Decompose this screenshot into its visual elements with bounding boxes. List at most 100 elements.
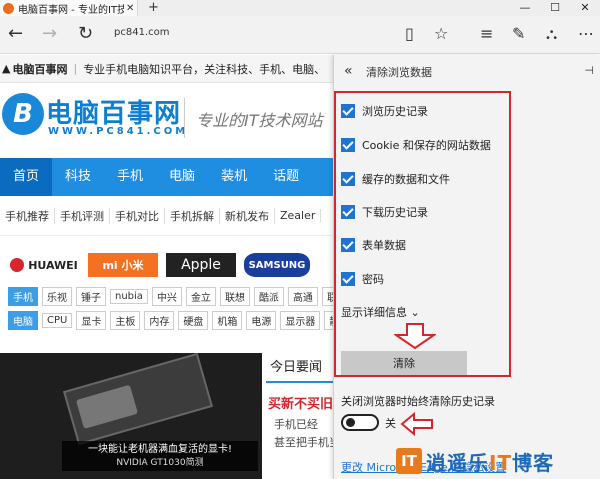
site-favicon-icon [3, 2, 14, 14]
web-page: ▲ 电脑百事网 | 专业手机电脑知识平台，关注科技、手机、电脑、 B 电脑百事网… [0, 55, 333, 479]
forward-button[interactable]: → [42, 24, 57, 44]
share-icon[interactable]: ⛬ [546, 25, 557, 43]
header-divider [184, 98, 185, 138]
web-note-icon[interactable]: ✎ [512, 25, 525, 43]
brand-apple[interactable]: Apple [166, 253, 236, 277]
pc-tag-row: 电脑 CPU 显卡 主板 内存 硬盘 机箱 电源 显示器 散 [0, 308, 333, 332]
feature-caption[interactable]: 一块能让老机器满血复活的显卡! NVIDIA GT1030简测 [62, 441, 258, 471]
tag[interactable]: CPU [42, 312, 73, 328]
main-nav-item-tech[interactable]: 科技 [52, 158, 104, 196]
feature-caption-title: 一块能让老机器满血复活的显卡! [87, 444, 232, 455]
maximize-button[interactable]: ☐ [540, 0, 570, 16]
feature-image[interactable]: 一块能让老机器满血复活的显卡! NVIDIA GT1030简测 [0, 353, 262, 479]
brand-huawei-label: HUAWEI [28, 258, 78, 272]
checkbox-checked-icon[interactable] [341, 205, 355, 219]
hub-icon[interactable]: ≡ [480, 25, 493, 43]
checkbox-checked-icon[interactable] [341, 104, 355, 118]
pin-icon[interactable]: ⊣ [584, 64, 594, 77]
option-form-data[interactable]: 表单数据 [341, 237, 406, 253]
tag-category[interactable]: 电脑 [8, 310, 38, 330]
checkbox-checked-icon[interactable] [341, 138, 355, 152]
tag[interactable]: 金立 [185, 286, 216, 306]
minimize-button[interactable]: — [510, 0, 540, 16]
browser-tab[interactable]: 电脑百事网 - 专业的IT技 ✕ [0, 0, 138, 16]
more-icon[interactable]: ⋯ [578, 25, 594, 43]
tag[interactable]: 内存 [144, 310, 175, 330]
tag[interactable]: 电源 [246, 310, 277, 330]
annotation-arrow-down-icon [394, 323, 436, 349]
tag[interactable]: 锤子 [76, 286, 106, 306]
tag-category[interactable]: 手机 [8, 286, 38, 306]
option-cookies[interactable]: Cookie 和保存的网站数据 [341, 137, 491, 153]
sub-nav-item[interactable]: Zealer [275, 209, 322, 222]
watermark-badge-icon: IT [396, 448, 422, 474]
tag[interactable]: nubia [110, 288, 148, 304]
tab-close-icon[interactable]: ✕ [126, 3, 134, 14]
today-summary-line: 甚至把手机当 [274, 436, 333, 449]
brand-huawei[interactable]: HUAWEI [8, 253, 80, 277]
show-details-link[interactable]: 显示详细信息 ⌄ [341, 304, 420, 320]
panel-back-icon[interactable]: « [344, 63, 353, 79]
new-tab-button[interactable]: + [148, 0, 159, 16]
refresh-button[interactable]: ↻ [78, 24, 93, 44]
sub-nav-item[interactable]: 手机评测 [55, 207, 110, 224]
checkbox-checked-icon[interactable] [341, 172, 355, 186]
watermark-text-accent: IT [489, 450, 513, 475]
huawei-flower-icon [10, 258, 25, 272]
panel-title: 清除浏览数据 [366, 66, 432, 79]
brand-samsung[interactable]: SAMSUNG [244, 253, 310, 277]
strip-separator: | [73, 62, 78, 75]
back-button[interactable]: ← [8, 24, 23, 44]
site-short-name[interactable]: 电脑百事网 [12, 61, 67, 77]
main-nav-item-home[interactable]: 首页 [0, 158, 53, 196]
tag[interactable]: 硬盘 [178, 310, 209, 330]
site-logo-icon[interactable]: B [2, 93, 44, 135]
tag[interactable]: 联想 [219, 286, 250, 306]
sub-nav-item[interactable]: 手机拆解 [165, 207, 220, 224]
checkbox-checked-icon[interactable] [341, 238, 355, 252]
watermark-text-after: 博客 [512, 450, 555, 475]
home-icon[interactable]: ▲ [2, 62, 10, 75]
address-bar[interactable]: pc841.com [114, 27, 169, 38]
brand-mi[interactable]: mi 小米 [88, 253, 158, 277]
main-nav-item-build[interactable]: 装机 [208, 158, 260, 196]
checkbox-checked-icon[interactable] [341, 272, 355, 286]
phone-tag-row: 手机 乐视 锤子 nubia 中兴 金立 联想 酷派 高通 联 [0, 284, 333, 308]
tag[interactable]: 乐视 [42, 286, 72, 306]
tag[interactable]: 机箱 [212, 310, 243, 330]
reading-view-icon[interactable]: ▯ [405, 25, 414, 43]
site-logo-name[interactable]: 电脑百事网 [46, 93, 181, 130]
sub-nav-item[interactable]: 手机推荐 [0, 207, 55, 224]
tag[interactable]: 散 [324, 310, 333, 330]
sub-nav-item[interactable]: 新机发布 [220, 207, 275, 224]
blog-watermark: IT 逍遥乐IT博客 [396, 445, 554, 477]
today-news-heading: 今日要闻 [266, 353, 333, 383]
tag[interactable]: 高通 [287, 286, 318, 306]
option-passwords[interactable]: 密码 [341, 271, 384, 287]
sub-nav-item[interactable]: 手机对比 [110, 207, 165, 224]
option-download-history[interactable]: 下载历史记录 [341, 204, 428, 220]
main-nav-item-topics[interactable]: 话题 [260, 158, 312, 196]
tag[interactable]: 联 [321, 286, 333, 306]
favorite-star-icon[interactable]: ☆ [434, 25, 448, 43]
main-nav-item-phone[interactable]: 手机 [104, 158, 156, 196]
always-clear-toggle[interactable] [341, 414, 379, 431]
tag[interactable]: 主板 [110, 310, 141, 330]
clear-button[interactable]: 清除 [341, 351, 467, 375]
tag[interactable]: 显卡 [76, 310, 107, 330]
option-label: 缓存的数据和文件 [362, 173, 450, 186]
site-slogan: 专业的IT技术网站 [196, 111, 323, 130]
tag[interactable]: 中兴 [151, 286, 182, 306]
tag[interactable]: 显示器 [280, 310, 321, 330]
main-nav-item-pc[interactable]: 电脑 [156, 158, 208, 196]
window-close-button[interactable]: ✕ [570, 0, 600, 16]
option-browsing-history[interactable]: 浏览历史记录 [341, 103, 428, 119]
always-clear-label: 关闭浏览器时始终清除历史记录 [341, 395, 495, 408]
site-top-strip: ▲ 电脑百事网 | 专业手机电脑知识平台，关注科技、手机、电脑、 [0, 55, 333, 83]
site-intro: 专业手机电脑知识平台，关注科技、手机、电脑、 [83, 62, 326, 76]
option-cached-data[interactable]: 缓存的数据和文件 [341, 171, 450, 187]
today-headline[interactable]: 买新不买旧 [266, 393, 333, 412]
toggle-state-label: 关 [385, 417, 396, 430]
tag[interactable]: 酷派 [253, 286, 284, 306]
brand-logos: HUAWEI mi 小米 Apple SAMSUNG [0, 246, 333, 284]
